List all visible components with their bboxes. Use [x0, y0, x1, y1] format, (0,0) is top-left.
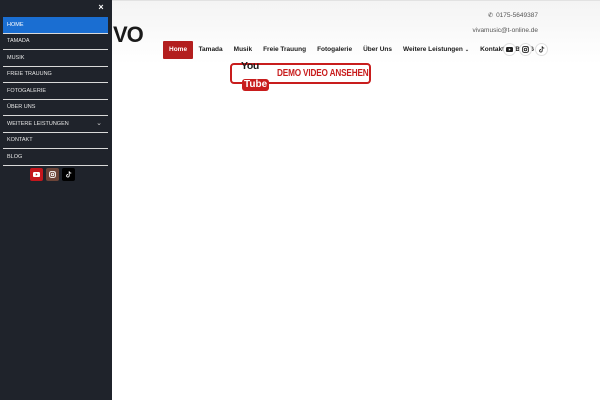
- tiktok-icon[interactable]: [535, 43, 548, 56]
- main-nav: Home Tamada Musik Freie Trauung Fotogale…: [163, 41, 540, 59]
- nav-item-label: Fotogalerie: [317, 46, 353, 53]
- nav-item-label: Kontakt: [480, 46, 505, 53]
- side-menu-item-label: FOTOGALERIE: [7, 87, 47, 94]
- side-menu-list: HOME TAMADA MUSIK FREIE TRAUUNG FOTOGALE…: [3, 17, 108, 166]
- tiktok-icon[interactable]: [62, 168, 75, 181]
- youtube-icon[interactable]: [30, 168, 43, 181]
- email-address[interactable]: vivamusic@t-online.de: [473, 27, 539, 35]
- side-menu-social-links: [30, 168, 75, 181]
- youtube-logo-tube: Tube: [242, 78, 270, 91]
- nav-item-home[interactable]: Home: [163, 41, 194, 59]
- side-menu-item-blog[interactable]: BLOG: [3, 149, 108, 166]
- chevron-down-icon[interactable]: ⌄: [96, 116, 102, 132]
- nav-item-tamada[interactable]: Tamada: [193, 41, 228, 59]
- nav-item-label: Home: [169, 46, 188, 53]
- nav-item-label: Über Uns: [363, 46, 393, 53]
- side-menu-item-tamada[interactable]: TAMADA: [3, 34, 108, 50]
- side-menu-item-label: MUSIK: [7, 54, 25, 61]
- contact-info: ✆ 0175-5649387 vivamusic@t-online.de: [473, 12, 539, 35]
- instagram-icon[interactable]: [46, 168, 59, 181]
- side-menu-item-label: TAMADA: [7, 38, 30, 45]
- phone-icon: ✆: [488, 13, 494, 19]
- page: VO ✆ 0175-5649387 vivamusic@t-online.de …: [0, 0, 600, 400]
- side-menu-item-fotogalerie[interactable]: FOTOGALERIE: [3, 83, 108, 100]
- nav-item-ueber-uns[interactable]: Über Uns: [358, 41, 398, 59]
- side-menu-item-label: BLOG: [7, 153, 23, 160]
- side-menu-item-label: WEITERE LEISTUNGEN: [7, 120, 69, 127]
- demo-video-button[interactable]: You Tube DEMO VIDEO ANSEHEN: [230, 60, 371, 91]
- logo-text: VO: [113, 22, 144, 47]
- nav-item-weitere-leistungen[interactable]: Weitere Leistungen ⌄: [398, 41, 475, 59]
- instagram-icon[interactable]: [519, 43, 532, 56]
- side-menu-item-label: FREIE TRAUUNG: [7, 71, 52, 78]
- side-menu-item-label: HOME: [7, 21, 24, 28]
- chevron-down-icon: ⌄: [464, 47, 470, 53]
- nav-item-fotogalerie[interactable]: Fotogalerie: [312, 41, 358, 59]
- side-menu-item-weitere-leistungen[interactable]: WEITERE LEISTUNGEN ⌄: [3, 116, 108, 133]
- side-menu-item-kontakt[interactable]: KONTAKT: [3, 133, 108, 149]
- youtube-logo: You Tube: [241, 56, 270, 92]
- header-social-links: [503, 43, 548, 56]
- side-menu-item-label: KONTAKT: [7, 137, 33, 144]
- demo-video-label: DEMO VIDEO ANSEHEN: [277, 68, 369, 79]
- mobile-side-menu: × HOME TAMADA MUSIK FREIE TRAUUNG FOTOGA…: [0, 0, 112, 400]
- side-menu-item-home[interactable]: HOME: [3, 17, 108, 34]
- youtube-logo-you: You: [241, 59, 259, 72]
- phone-number[interactable]: 0175-5649387: [496, 12, 538, 20]
- site-logo[interactable]: VO: [113, 22, 144, 47]
- nav-item-label: Weitere Leistungen: [403, 46, 463, 53]
- side-menu-item-freie-trauung[interactable]: FREIE TRAUUNG: [3, 67, 108, 83]
- side-menu-item-musik[interactable]: MUSIK: [3, 50, 108, 67]
- side-menu-item-label: ÜBER UNS: [7, 104, 36, 111]
- nav-item-label: Freie Trauung: [263, 46, 307, 53]
- youtube-icon[interactable]: [503, 43, 516, 56]
- nav-item-label: Tamada: [198, 46, 223, 53]
- close-icon[interactable]: ×: [96, 2, 106, 12]
- side-menu-item-ueber-uns[interactable]: ÜBER UNS: [3, 100, 108, 116]
